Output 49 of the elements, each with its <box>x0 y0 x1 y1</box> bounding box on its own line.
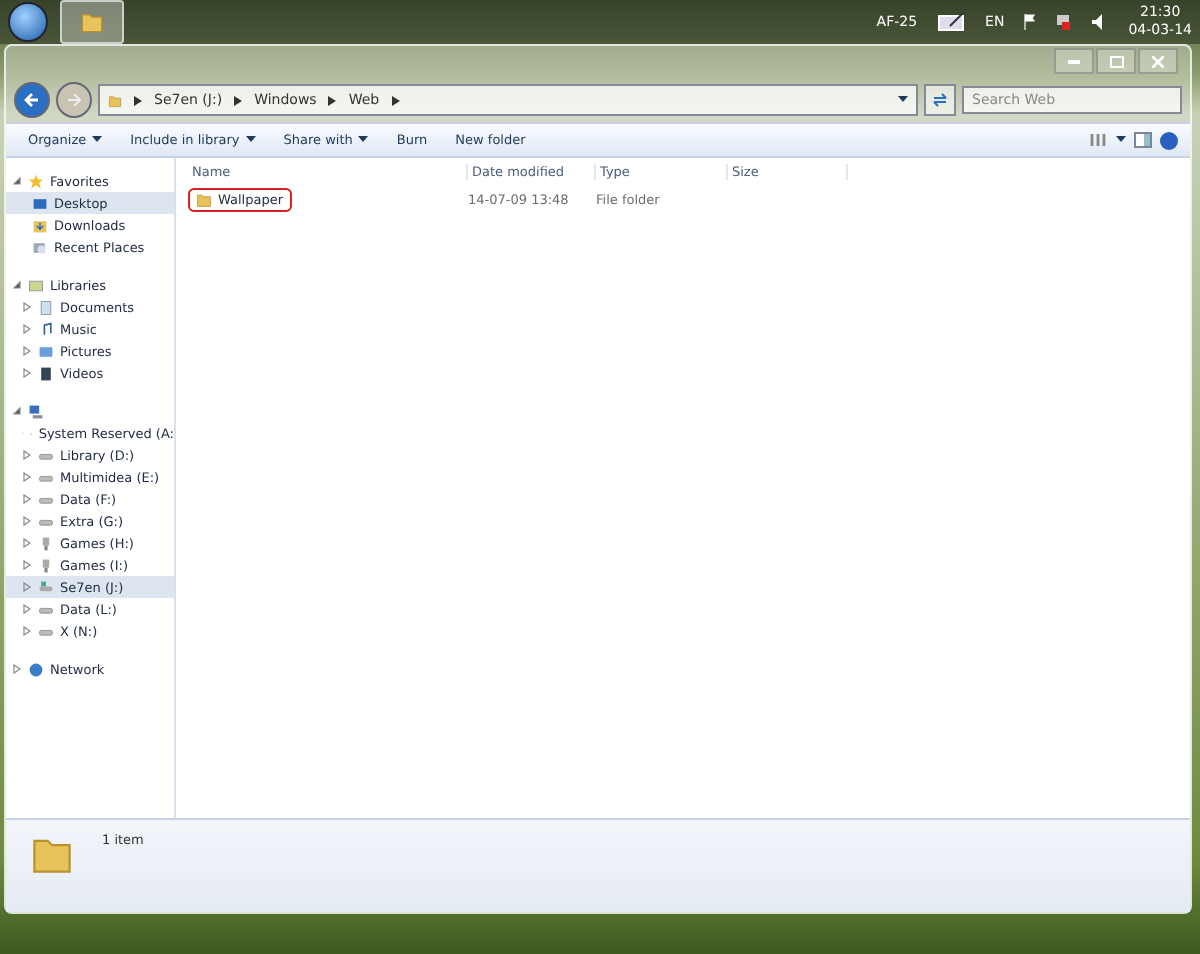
system-drive-icon <box>38 579 54 595</box>
minimize-icon <box>1068 59 1080 63</box>
usb-drive-icon <box>38 557 54 573</box>
chevron-icon[interactable] <box>134 95 142 105</box>
film-icon <box>38 365 54 381</box>
maximize-button[interactable] <box>1096 48 1136 74</box>
recent-places-icon <box>32 239 48 255</box>
start-orb[interactable] <box>8 2 48 42</box>
forward-arrow-icon <box>66 92 82 108</box>
library-icon <box>28 277 44 293</box>
back-arrow-icon <box>24 92 40 108</box>
caret-icon <box>1116 136 1126 144</box>
picture-icon <box>38 343 54 359</box>
folder-icon <box>196 191 212 207</box>
taskbar-button[interactable] <box>60 0 124 44</box>
caret-icon <box>245 136 256 144</box>
music-note-icon <box>38 321 54 337</box>
close-button[interactable] <box>1138 48 1178 74</box>
flag-icon[interactable] <box>1024 14 1037 30</box>
chevron-icon[interactable] <box>328 95 337 105</box>
chevron-icon[interactable] <box>391 95 400 105</box>
preview-pane-icon[interactable] <box>1134 132 1152 148</box>
minimize-button[interactable] <box>1054 48 1094 74</box>
computer-icon <box>28 403 44 419</box>
expanded-arrow-icon[interactable] <box>12 176 22 186</box>
caret-icon <box>358 136 369 144</box>
star-icon <box>28 173 44 189</box>
network-icon[interactable] <box>1056 14 1073 30</box>
expanded-arrow-icon[interactable] <box>12 406 22 416</box>
tablet-pen-icon[interactable] <box>937 12 966 32</box>
refresh-button[interactable] <box>924 84 956 116</box>
document-icon <box>38 299 54 315</box>
expanded-arrow-icon[interactable] <box>12 280 22 290</box>
help-icon[interactable] <box>1160 131 1178 149</box>
chevron-icon[interactable] <box>234 95 243 105</box>
maximize-icon <box>1109 55 1123 67</box>
view-options-icon[interactable] <box>1090 132 1108 148</box>
caret-icon <box>898 96 908 104</box>
caret-icon <box>92 136 103 144</box>
download-folder-icon <box>32 217 48 233</box>
back-button[interactable] <box>14 82 50 118</box>
refresh-icon <box>932 92 948 108</box>
close-icon <box>1152 55 1164 67</box>
folder-icon <box>108 93 122 107</box>
network-globe-icon <box>28 661 44 677</box>
monitor-icon <box>32 195 48 211</box>
usb-drive-icon <box>38 535 54 551</box>
folder-icon <box>80 10 104 34</box>
forward-button[interactable] <box>56 82 92 118</box>
